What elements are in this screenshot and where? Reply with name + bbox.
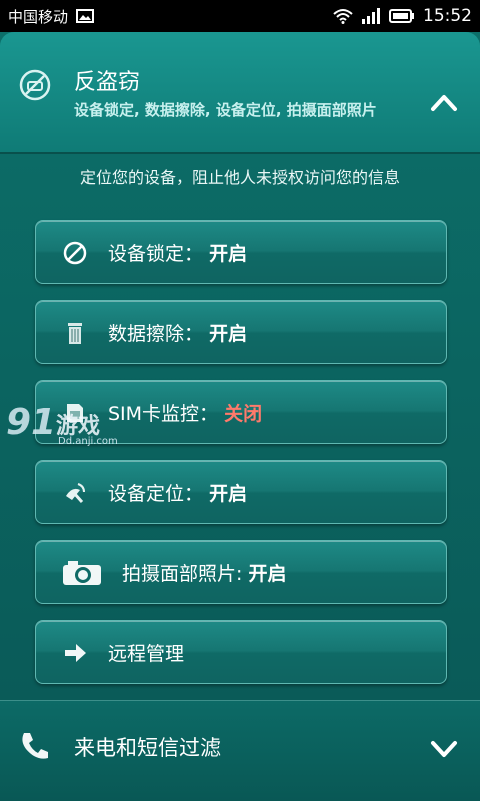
data-wipe-button[interactable]: 数据擦除： 开启 — [35, 300, 447, 364]
data-wipe-value: 开启 — [209, 322, 248, 345]
no-entry-icon — [63, 241, 87, 265]
face-photo-value: 开启 — [248, 562, 287, 585]
remote-manage-label: 远程管理 — [108, 642, 185, 665]
image-notification-icon — [76, 9, 95, 23]
device-lock-label: 设备锁定： — [108, 242, 204, 265]
intro-text: 定位您的设备，阻止他人未授权访问您的信息 — [79, 168, 400, 187]
status-bar: 中国移动 15:52 — [0, 0, 480, 32]
face-photo-button[interactable]: 拍摄面部照片: 开启 — [35, 540, 447, 604]
device-locate-label: 设备定位： — [108, 482, 204, 505]
watermark-logo: 91 游戏 Dd.anji.com — [0, 402, 140, 462]
call-sms-filter-section[interactable]: 来电和短信过滤 — [0, 700, 480, 801]
camera-icon — [63, 561, 101, 585]
remote-manage-button[interactable]: 远程管理 — [35, 620, 447, 684]
call-sms-filter-title: 来电和短信过滤 — [74, 736, 221, 760]
device-lock-button[interactable]: 设备锁定： 开启 — [35, 220, 447, 284]
chevron-up-icon[interactable] — [430, 92, 458, 112]
device-lock-value: 开启 — [209, 242, 248, 265]
watermark-url: Dd.anji.com — [58, 436, 118, 447]
wifi-icon — [333, 9, 353, 24]
face-photo-label: 拍摄面部照片: — [122, 562, 243, 585]
anti-theft-icon — [19, 69, 51, 101]
watermark-number: 91 — [6, 402, 57, 443]
sim-monitor-value: 关闭 — [224, 402, 263, 425]
signal-icon — [362, 8, 380, 24]
device-locate-button[interactable]: 设备定位： 开启 — [35, 460, 447, 524]
data-wipe-label: 数据擦除： — [108, 322, 204, 345]
satellite-icon — [66, 483, 85, 503]
anti-theft-title: 反盗窃 — [74, 70, 141, 95]
clock: 15:52 — [423, 6, 472, 26]
anti-theft-header[interactable]: 反盗窃 设备锁定, 数据擦除, 设备定位, 拍摄面部照片 — [0, 32, 480, 152]
carrier-label: 中国移动 — [8, 7, 69, 26]
phone-icon — [22, 733, 48, 759]
device-locate-value: 开启 — [209, 482, 248, 505]
battery-icon — [389, 9, 414, 23]
trash-icon — [68, 323, 82, 344]
arrow-right-icon — [65, 644, 86, 662]
chevron-down-icon[interactable] — [430, 739, 458, 759]
anti-theft-subtitle: 设备锁定, 数据擦除, 设备定位, 拍摄面部照片 — [74, 101, 377, 119]
app-screen: 反盗窃 设备锁定, 数据擦除, 设备定位, 拍摄面部照片 定位您的设备，阻止他人… — [0, 32, 480, 801]
